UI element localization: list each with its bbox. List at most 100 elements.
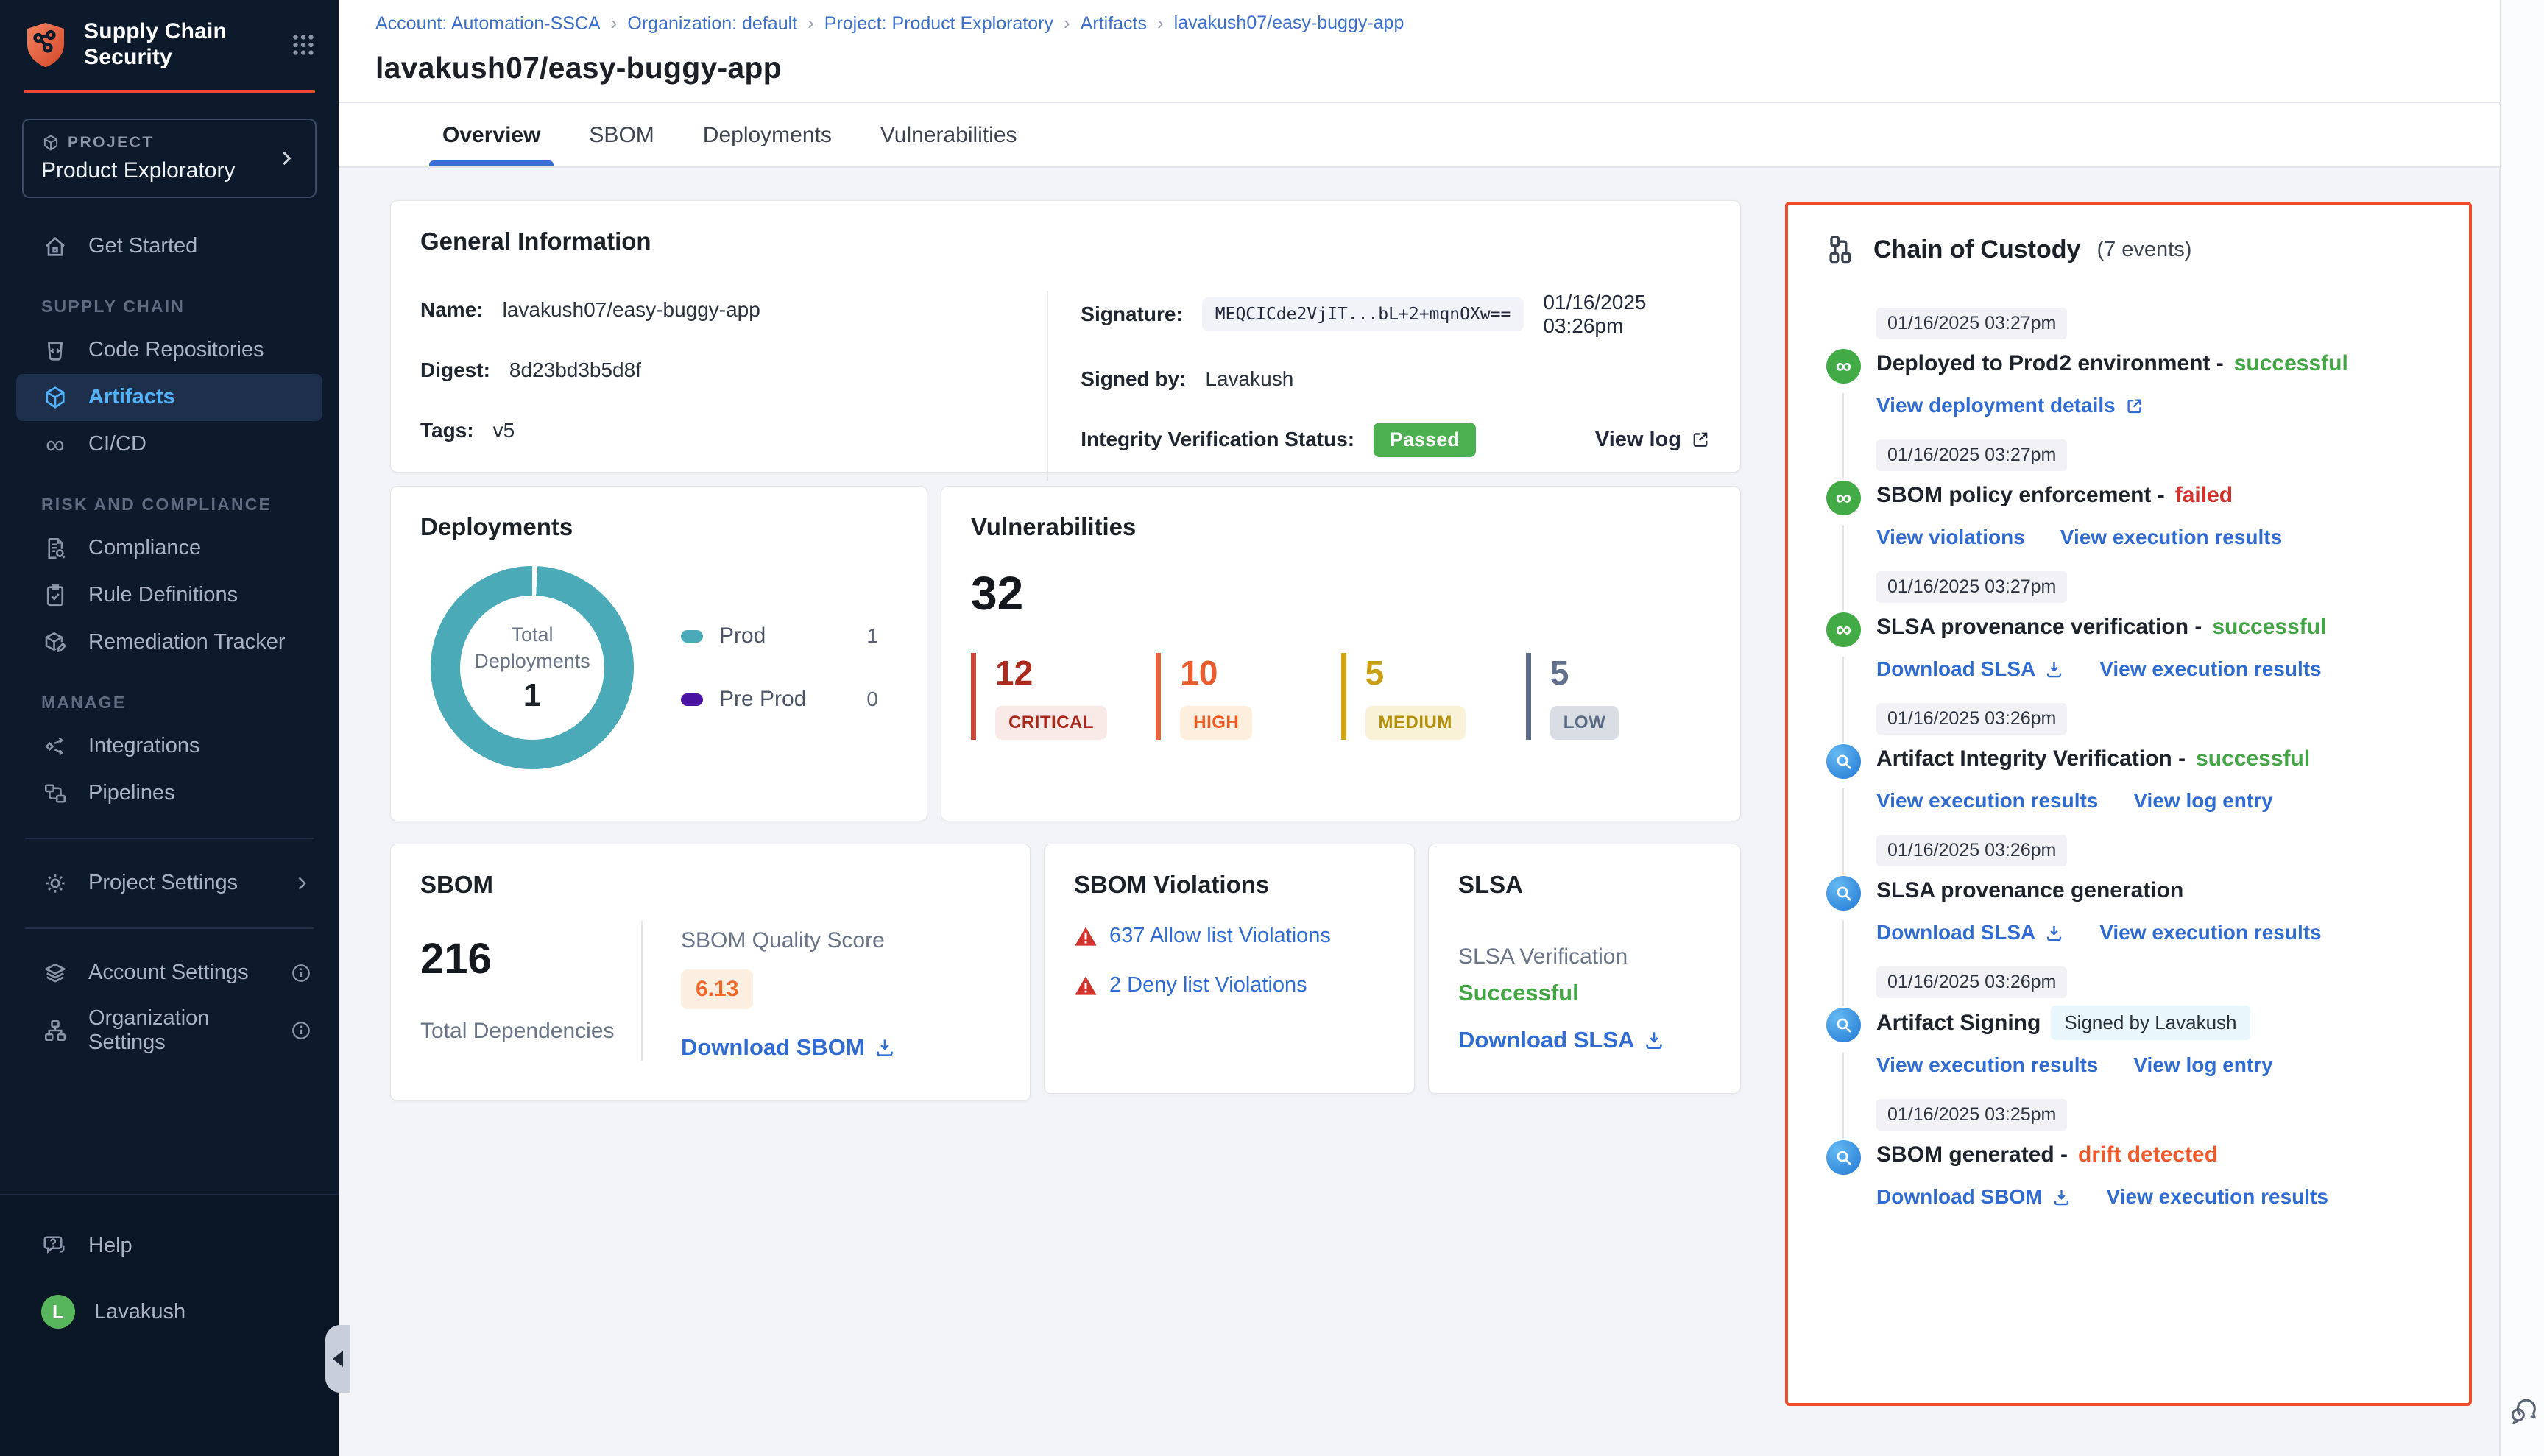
support-chat-icon[interactable] <box>2506 1393 2540 1427</box>
sidebar-item-project-settings[interactable]: Project Settings <box>16 860 322 907</box>
download-slsa-link[interactable]: Download SLSA <box>1458 1027 1665 1053</box>
deny-list-violations-link[interactable]: 2 Deny list Violations <box>1109 973 1307 997</box>
card-title: Deployments <box>420 513 897 541</box>
tags-label: Tags: <box>420 419 474 442</box>
divider <box>25 927 314 929</box>
sidebar-item-remediation-tracker[interactable]: Remediation Tracker <box>16 619 322 666</box>
info-icon <box>290 1019 312 1042</box>
project-selector[interactable]: PROJECT Product Exploratory <box>22 119 317 198</box>
scan-search-icon <box>1826 744 1861 779</box>
divider <box>641 921 643 1061</box>
sidebar-item-rule-definitions[interactable]: Rule Definitions <box>16 572 322 619</box>
breadcrumb-account[interactable]: Account: Automation-SSCA <box>375 12 627 35</box>
sidebar-item-code-repositories[interactable]: Code Repositories <box>16 327 322 374</box>
view-execution-results-link[interactable]: View execution results <box>1876 789 2098 813</box>
view-deployment-details-link[interactable]: View deployment details <box>1876 394 2144 417</box>
project-name: Product Exploratory <box>41 158 235 183</box>
signature-value: MEQCICde2VjIT...bL+2+mqnOXw== <box>1202 297 1524 331</box>
download-sbom-link[interactable]: Download SBOM <box>1876 1185 2071 1209</box>
slsa-verification-status: Successful <box>1458 980 1711 1006</box>
artifact-name: lavakush07/easy-buggy-app <box>503 298 760 322</box>
panel-title: Chain of Custody <box>1873 236 2080 264</box>
sidebar-item-label: Organization Settings <box>88 1006 271 1055</box>
breadcrumb-project[interactable]: Project: Product Exploratory <box>824 12 1081 35</box>
sidebar-item-user[interactable]: L Lavakush <box>16 1285 322 1338</box>
external-link-icon <box>1690 429 1711 450</box>
download-slsa-link[interactable]: Download SLSA <box>1876 657 2064 681</box>
tab-vulnerabilities[interactable]: Vulnerabilities <box>861 105 1036 166</box>
tab-deployments[interactable]: Deployments <box>684 105 851 166</box>
pipeline-link-icon: ∞ <box>1826 612 1861 647</box>
allow-list-violations-link[interactable]: 637 Allow list Violations <box>1109 924 1331 948</box>
view-log-entry-link[interactable]: View log entry <box>2133 789 2272 813</box>
download-icon <box>2044 923 2064 943</box>
download-slsa-link[interactable]: Download SLSA <box>1876 921 2064 944</box>
infinity-icon: ∞ <box>41 431 69 459</box>
help-chat-icon <box>41 1231 69 1259</box>
event-status: failed <box>2175 483 2233 508</box>
view-execution-results-link[interactable]: View execution results <box>1876 1053 2098 1077</box>
sidebar-item-help[interactable]: Help <box>16 1222 322 1269</box>
tab-sbom[interactable]: SBOM <box>570 105 673 166</box>
event-timestamp: 01/16/2025 03:26pm <box>1876 966 2067 998</box>
event-timeline: ∞ 01/16/2025 03:27pm Deployed to Prod2 e… <box>1826 308 2442 1212</box>
view-execution-results-link[interactable]: View execution results <box>2060 526 2282 549</box>
external-link-icon <box>2124 396 2144 416</box>
signature-date: 01/16/2025 03:26pm <box>1543 291 1711 338</box>
event-status: successful <box>2196 746 2310 771</box>
app-grid-icon[interactable] <box>290 32 317 58</box>
tab-bar: Overview SBOM Deployments Vulnerabilitie… <box>339 105 2500 168</box>
scan-search-icon <box>1826 1140 1861 1175</box>
view-execution-results-link[interactable]: View execution results <box>2099 921 2321 944</box>
deployments-donut-chart: Total Deployments 1 <box>431 566 634 769</box>
event-sbom-generated: 01/16/2025 03:25pm SBOM generated drift … <box>1826 1099 2442 1212</box>
event-slsa-provenance-generation: 01/16/2025 03:26pm SLSA provenance gener… <box>1826 835 2442 947</box>
event-artifact-signing: 01/16/2025 03:26pm Artifact Signing Sign… <box>1826 966 2442 1080</box>
name-label: Name: <box>420 298 484 322</box>
sidebar-item-get-started[interactable]: Get Started <box>16 223 322 270</box>
card-title: General Information <box>420 227 1711 255</box>
home-icon <box>41 233 69 261</box>
sidebar-section-manage: MANAGE <box>16 666 322 723</box>
sidebar-item-compliance[interactable]: Compliance <box>16 525 322 572</box>
view-execution-results-link[interactable]: View execution results <box>2107 1185 2328 1209</box>
prod-swatch <box>681 630 703 643</box>
signed-by-value: Lavakush <box>1205 367 1293 391</box>
sidebar-item-label: Help <box>88 1234 132 1258</box>
view-violations-link[interactable]: View violations <box>1876 526 2025 549</box>
card-title: Vulnerabilities <box>971 513 1711 541</box>
sidebar-item-artifacts[interactable]: Artifacts <box>16 374 322 421</box>
severity-badge: LOW <box>1550 706 1619 740</box>
card-title: SBOM <box>420 871 1000 899</box>
sidebar-item-label: Remediation Tracker <box>88 630 286 654</box>
page-header: Account: Automation-SSCA Organization: d… <box>339 0 2500 103</box>
breadcrumb-current[interactable]: lavakush07/easy-buggy-app <box>1174 13 1404 34</box>
artifact-tags: v5 <box>493 419 515 442</box>
breadcrumb-artifacts[interactable]: Artifacts <box>1081 12 1174 35</box>
sidebar-item-integrations[interactable]: Integrations <box>16 723 322 770</box>
slsa-verification-label: SLSA Verification <box>1458 944 1711 969</box>
view-log-link[interactable]: View log <box>1595 428 1711 452</box>
sidebar: Supply Chain Security PROJECT Product Ex… <box>0 0 339 1456</box>
sidebar-item-account-settings[interactable]: Account Settings <box>16 950 322 997</box>
pipeline-link-icon: ∞ <box>1826 349 1861 384</box>
app-title: Supply Chain Security <box>84 19 274 71</box>
deployments-card: Deployments Total Deployments 1 Prod 1 P… <box>390 486 928 821</box>
sidebar-item-label: Compliance <box>88 536 201 560</box>
sidebar-collapse-button[interactable] <box>325 1325 350 1393</box>
event-timestamp: 01/16/2025 03:25pm <box>1876 1099 2067 1131</box>
sidebar-footer: Help L Lavakush <box>0 1194 339 1456</box>
severity-high: 10 HIGH <box>1156 653 1340 740</box>
breadcrumb-organization[interactable]: Organization: default <box>627 12 824 35</box>
tab-overview[interactable]: Overview <box>423 105 559 166</box>
view-log-entry-link[interactable]: View log entry <box>2133 1053 2272 1077</box>
artifact-digest: 8d23bd3b5d8f <box>509 358 641 382</box>
view-execution-results-link[interactable]: View execution results <box>2099 657 2321 681</box>
sidebar-item-cicd[interactable]: ∞ CI/CD <box>16 421 322 468</box>
sidebar-item-pipelines[interactable]: Pipelines <box>16 770 322 817</box>
download-sbom-link[interactable]: Download SBOM <box>681 1034 896 1061</box>
sidebar-item-organization-settings[interactable]: Organization Settings <box>16 997 322 1064</box>
event-sbom-policy-enforcement: ∞ 01/16/2025 03:27pm SBOM policy enforce… <box>1826 439 2442 552</box>
chevron-right-icon <box>275 147 297 169</box>
general-information-card: General Information Name: lavakush07/easy… <box>390 200 1741 473</box>
